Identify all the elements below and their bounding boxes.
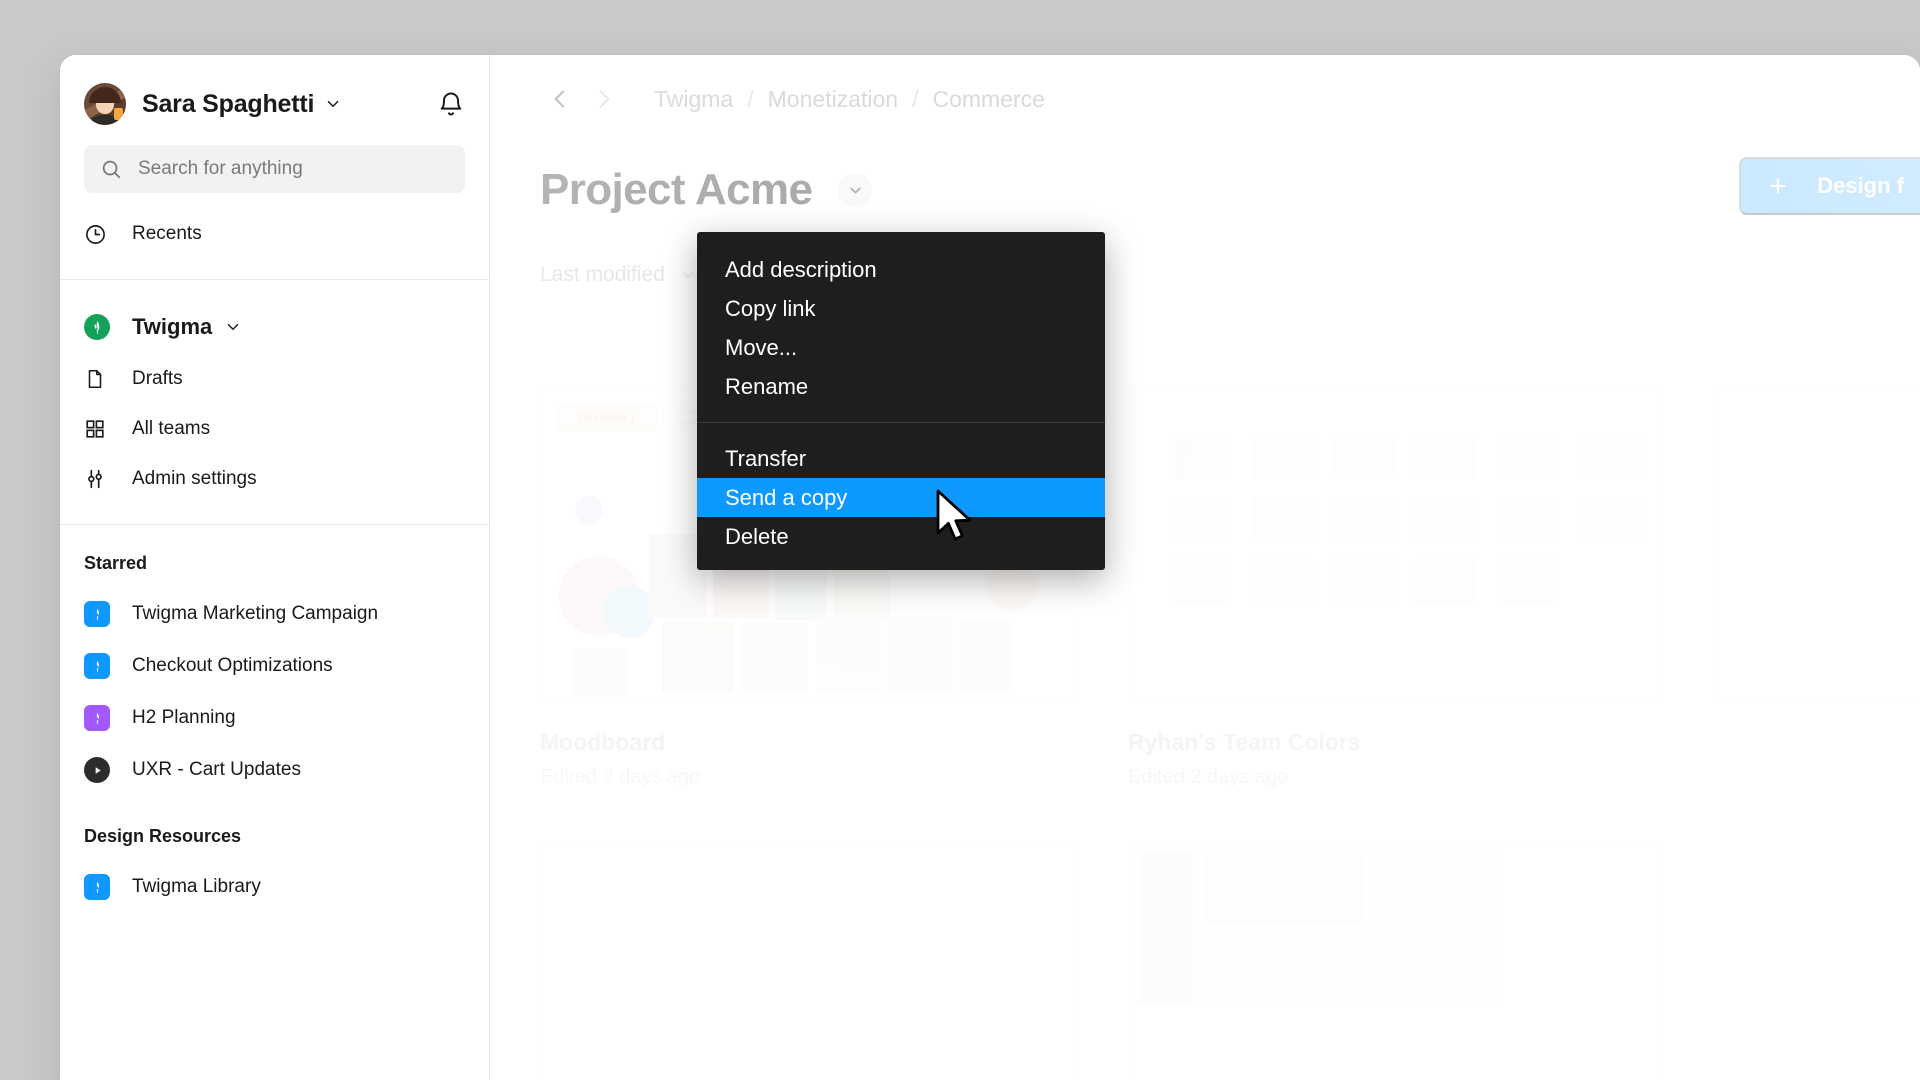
breadcrumb: Twigma / Monetization / Commerce	[654, 86, 1045, 113]
file-card-placeholder	[1716, 385, 1920, 789]
sidebar-item-admin-settings[interactable]: Admin settings	[60, 454, 489, 504]
chevron-down-icon[interactable]	[679, 266, 697, 284]
breadcrumb-item-twigma[interactable]: Twigma	[654, 86, 733, 113]
breadcrumb-bar: Twigma / Monetization / Commerce	[490, 55, 1920, 143]
design-file-button[interactable]: Design f	[1739, 157, 1920, 215]
bell-icon[interactable]	[437, 90, 465, 118]
sidebar-item-checkout-optimizations[interactable]: Checkout Optimizations	[60, 640, 489, 692]
file-card-placeholder	[540, 843, 1074, 1080]
plus-icon	[1767, 175, 1789, 197]
sidebar-item-label: All teams	[132, 418, 211, 439]
project-menu-chevron-down-icon[interactable]	[838, 173, 873, 207]
menu-item-move[interactable]: Move...	[697, 328, 1105, 367]
sidebar-item-recents[interactable]: Recents	[60, 209, 489, 259]
chevron-down-icon[interactable]	[224, 318, 242, 336]
team-name: Twigma	[132, 314, 213, 339]
file-meta: Edited 2 days ago	[1128, 766, 1289, 788]
sidebar-item-drafts[interactable]: Drafts	[60, 354, 489, 404]
user-name: Sara Spaghetti	[142, 89, 315, 118]
file-thumbnail	[540, 843, 1074, 1080]
file-thumbnail	[1128, 843, 1662, 1080]
menu-item-delete[interactable]: Delete	[697, 517, 1105, 556]
design-file-icon	[84, 601, 110, 627]
sidebar-item-uxr-cart-updates[interactable]: UXR - Cart Updates	[60, 744, 489, 796]
file-thumbnail	[1128, 385, 1662, 703]
file-icon	[84, 368, 114, 390]
sliders-icon	[84, 468, 114, 490]
sidebar-item-label: Twigma Marketing Campaign	[132, 603, 379, 624]
sort-label: Last modified	[540, 263, 665, 286]
sidebar-item-label: UXR - Cart Updates	[132, 759, 301, 780]
mouse-pointer-icon	[936, 489, 978, 548]
divider	[60, 279, 489, 280]
breadcrumb-separator: /	[747, 85, 754, 112]
chevron-left-icon[interactable]	[538, 77, 582, 121]
sidebar-item-all-teams[interactable]: All teams	[60, 404, 489, 454]
avatar[interactable]	[84, 83, 126, 125]
file-card-placeholder	[1128, 843, 1662, 1080]
twigma-leaf-icon	[84, 314, 110, 340]
sidebar-item-label: Twigma Library	[132, 876, 261, 897]
page-title: Project Acme	[540, 165, 813, 214]
breadcrumb-separator: /	[912, 85, 919, 112]
sidebar-item-label: Drafts	[132, 368, 183, 389]
project-context-menu[interactable]: Add description Copy link Move... Rename…	[697, 232, 1105, 570]
menu-item-transfer[interactable]: Transfer	[697, 439, 1105, 478]
file-meta: Edited 2 days ago	[540, 766, 701, 788]
menu-item-send-a-copy[interactable]: Send a copy	[697, 478, 1105, 517]
menu-item-add-description[interactable]: Add description	[697, 250, 1105, 289]
design-file-icon	[84, 653, 110, 679]
sidebar-item-h2-planning[interactable]: H2 Planning	[60, 692, 489, 744]
breadcrumb-item-monetization[interactable]: Monetization	[768, 86, 898, 113]
file-card-ryhans-team-colors[interactable]: Ryhan's Team Colors Edited 2 days ago	[1128, 385, 1662, 789]
file-name: Ryhan's Team Colors	[1128, 729, 1361, 755]
design-file-button-label: Design f	[1817, 173, 1904, 198]
color-swatch-grid	[1169, 434, 1641, 604]
menu-item-copy-link[interactable]: Copy link	[697, 289, 1105, 328]
search-input[interactable]: Search for anything	[84, 145, 465, 193]
section-title-design-resources: Design Resources	[84, 826, 242, 846]
grid-icon	[84, 418, 114, 440]
file-name: Moodboard	[540, 729, 666, 755]
chevron-right-icon[interactable]	[582, 77, 626, 121]
breadcrumb-item-commerce[interactable]: Commerce	[932, 86, 1044, 113]
page-title-row: Project Acme Design f	[490, 157, 1920, 215]
user-menu[interactable]: Sara Spaghetti	[84, 81, 465, 127]
design-file-icon	[84, 705, 110, 731]
sidebar-item-label: Recents	[132, 223, 202, 244]
sidebar-item-label: Admin settings	[132, 468, 257, 489]
file-thumbnail	[1716, 385, 1920, 703]
sidebar-item-label: H2 Planning	[132, 707, 236, 728]
play-icon	[84, 757, 110, 783]
sidebar-item-twigma-marketing-campaign[interactable]: Twigma Marketing Campaign	[60, 588, 489, 640]
section-title-starred: Starred	[84, 553, 148, 573]
sidebar-team-twigma[interactable]: Twigma	[60, 300, 489, 354]
divider	[60, 524, 489, 525]
sidebar: Sara Spaghetti Search for anything Recen…	[60, 55, 490, 1080]
search-icon	[100, 158, 122, 180]
menu-item-rename[interactable]: Rename	[697, 367, 1105, 406]
menu-divider	[697, 422, 1105, 423]
thumbnail-tag: Direction 1	[557, 404, 657, 432]
sidebar-item-label: Checkout Optimizations	[132, 655, 333, 676]
chevron-down-icon[interactable]	[324, 95, 342, 113]
clock-icon	[84, 223, 114, 246]
search-placeholder: Search for anything	[138, 158, 303, 179]
sidebar-item-twigma-library[interactable]: Twigma Library	[60, 861, 489, 913]
design-file-icon	[84, 874, 110, 900]
